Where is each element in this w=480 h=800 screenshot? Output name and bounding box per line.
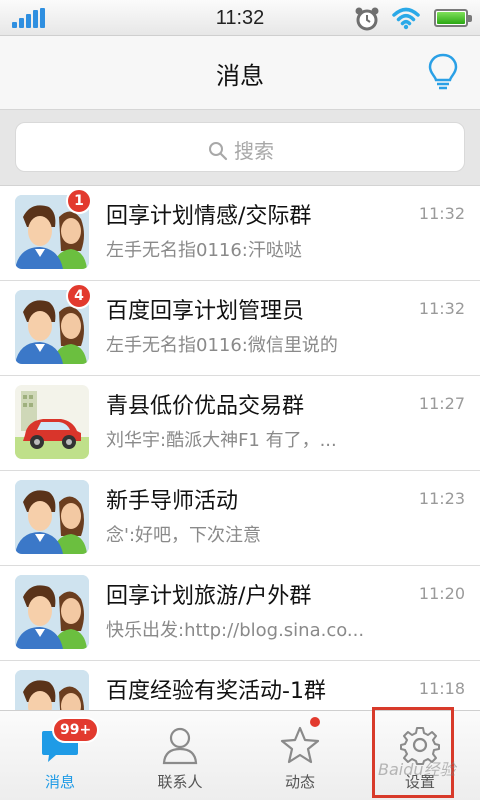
wifi-icon: [392, 7, 420, 30]
conversation-preview: 念':好吧，下次注意: [106, 525, 262, 546]
conversation-time: 11:20: [418, 584, 465, 603]
conversation-name: 青县低价优品交易群: [106, 394, 305, 419]
conversation-name: 回享计划旅游/户外群: [106, 584, 312, 609]
tab-contacts[interactable]: 联系人: [120, 711, 240, 800]
person-icon: [162, 727, 198, 765]
battery-icon: [434, 9, 472, 27]
couple-avatar: [15, 480, 89, 554]
highlight-box: [372, 707, 454, 798]
page-title: 消息: [216, 62, 264, 90]
tab-label: 联系人: [157, 773, 203, 791]
tab-messages[interactable]: 99+ 消息: [0, 711, 120, 800]
search-area: 搜索: [0, 110, 480, 186]
unread-count-badge: 99+: [52, 717, 100, 743]
alarm-clock-icon: [355, 7, 379, 31]
conversation-time: 11:18: [418, 679, 465, 698]
conversation-row[interactable]: 回享计划旅游/户外群 11:20 快乐出发:http://blog.sina.c…: [0, 566, 480, 661]
red-car-avatar: [15, 385, 89, 459]
conversation-list: 1 回享计划情感/交际群 11:32 左手无名指0116:汗哒哒 4 百度回享计…: [0, 186, 480, 710]
couple-avatar: [15, 575, 89, 649]
conversation-preview: 左手无名指0116:微信里说的: [106, 335, 338, 356]
conversation-name: 百度回享计划管理员: [106, 299, 305, 324]
search-input[interactable]: 搜索: [15, 122, 465, 172]
unread-badge: 1: [66, 188, 92, 214]
title-bar: 消息: [0, 36, 480, 110]
conversation-time: 11:32: [418, 204, 465, 223]
notification-dot: [310, 717, 320, 727]
conversation-name: 新手导师活动: [106, 489, 239, 514]
conversation-name: 回享计划情感/交际群: [106, 204, 312, 229]
star-icon: [280, 726, 320, 764]
conversation-name: 百度经验有奖活动-1群: [106, 679, 326, 704]
unread-badge: 4: [66, 283, 92, 309]
tab-label: 消息: [44, 773, 75, 791]
conversation-preview: 左手无名指0116:汗哒哒: [106, 240, 302, 261]
conversation-row[interactable]: 4 百度回享计划管理员 11:32 左手无名指0116:微信里说的: [0, 281, 480, 376]
conversation-time: 11:27: [418, 394, 465, 413]
search-placeholder: 搜索: [234, 139, 274, 163]
conversation-time: 11:23: [418, 489, 465, 508]
couple-avatar: [15, 670, 89, 710]
status-bar: 11:32: [0, 0, 480, 36]
conversation-preview: 刘华宇:酷派大神F1 有了，...: [106, 430, 337, 451]
conversation-row[interactable]: 1 回享计划情感/交际群 11:32 左手无名指0116:汗哒哒: [0, 186, 480, 281]
search-icon: [209, 142, 228, 161]
watermark: Baidu经验: [378, 760, 456, 779]
lightbulb-icon[interactable]: [426, 52, 460, 92]
conversation-preview: 快乐出发:http://blog.sina.co...: [106, 620, 365, 641]
conversation-row[interactable]: 青县低价优品交易群 11:27 刘华宇:酷派大神F1 有了，...: [0, 376, 480, 471]
conversation-row[interactable]: 新手导师活动 11:23 念':好吧，下次注意: [0, 471, 480, 566]
tab-feed[interactable]: 动态: [240, 711, 360, 800]
tab-label: 动态: [284, 773, 315, 791]
conversation-time: 11:32: [418, 299, 465, 318]
conversation-row[interactable]: 百度经验有奖活动-1群 11:18: [0, 661, 480, 710]
